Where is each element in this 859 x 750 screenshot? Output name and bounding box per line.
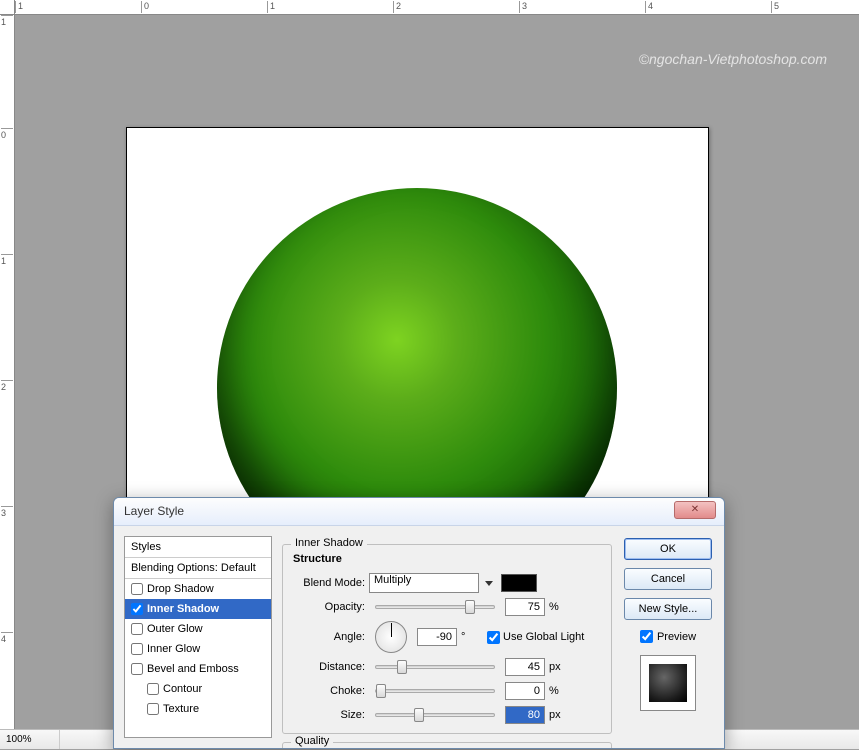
watermark: ©ngochan-Vietphotoshop.com xyxy=(639,51,827,67)
size-label: Size: xyxy=(293,709,365,721)
style-item-texture[interactable]: Texture xyxy=(125,699,271,719)
ruler-v-tick: 3 xyxy=(1,506,13,518)
style-item-contour[interactable]: Contour xyxy=(125,679,271,699)
ruler-v-tick: 2 xyxy=(1,380,13,392)
ruler-h-tick: 3 xyxy=(519,1,527,13)
distance-label: Distance: xyxy=(293,661,365,673)
distance-slider[interactable] xyxy=(375,665,495,669)
styles-list: Styles Blending Options: Default Drop Sh… xyxy=(124,536,272,738)
drop-shadow-checkbox[interactable] xyxy=(131,583,143,595)
ruler-h-tick: 1 xyxy=(15,1,23,13)
inner-shadow-group: Inner Shadow Structure Blend Mode: Multi… xyxy=(282,544,612,734)
style-label: Bevel and Emboss xyxy=(147,663,239,675)
angle-label: Angle: xyxy=(293,631,365,643)
size-input[interactable] xyxy=(505,706,545,724)
ruler-v-tick: 4 xyxy=(1,632,13,644)
ruler-h-tick: 1 xyxy=(267,1,275,13)
settings-panel: Inner Shadow Structure Blend Mode: Multi… xyxy=(282,536,612,738)
dialog-title: Layer Style xyxy=(124,504,184,518)
style-label: Contour xyxy=(163,683,202,695)
opacity-label: Opacity: xyxy=(293,601,365,613)
choke-label: Choke: xyxy=(293,685,365,697)
inner-shadow-checkbox[interactable] xyxy=(131,603,143,615)
blend-mode-select[interactable]: Multiply xyxy=(369,573,479,593)
ruler-h-tick: 2 xyxy=(393,1,401,13)
dialog-buttons: OK Cancel New Style... Preview xyxy=(622,536,714,738)
ruler-h-tick: 0 xyxy=(141,1,149,13)
dial-hand-icon xyxy=(391,623,392,637)
distance-unit: px xyxy=(549,661,571,673)
new-style-button[interactable]: New Style... xyxy=(624,598,712,620)
outer-glow-checkbox[interactable] xyxy=(131,623,143,635)
blending-options[interactable]: Blending Options: Default xyxy=(125,558,271,579)
size-slider[interactable] xyxy=(375,713,495,717)
style-item-drop-shadow[interactable]: Drop Shadow xyxy=(125,579,271,599)
style-label: Inner Shadow xyxy=(147,603,219,615)
ruler-v-tick: 1 xyxy=(1,254,13,266)
angle-dial[interactable] xyxy=(375,621,407,653)
texture-checkbox[interactable] xyxy=(147,703,159,715)
preview-swatch xyxy=(649,664,687,702)
ruler-v-tick: 1 xyxy=(1,15,13,27)
cancel-button[interactable]: Cancel xyxy=(624,568,712,590)
ruler-h-tick: 4 xyxy=(645,1,653,13)
layer-style-dialog: Layer Style ✕ Styles Blending Options: D… xyxy=(113,497,725,749)
distance-input[interactable] xyxy=(505,658,545,676)
slider-thumb[interactable] xyxy=(465,600,475,614)
choke-input[interactable] xyxy=(505,682,545,700)
quality-title: Quality xyxy=(291,735,333,747)
choke-slider[interactable] xyxy=(375,689,495,693)
panel-title: Inner Shadow xyxy=(291,537,367,549)
preview-box xyxy=(640,655,696,711)
ruler-h-tick: 5 xyxy=(771,1,779,13)
color-swatch[interactable] xyxy=(501,574,537,592)
preview-checkbox[interactable] xyxy=(640,630,653,643)
angle-input[interactable] xyxy=(417,628,457,646)
blend-mode-label: Blend Mode: xyxy=(293,577,365,589)
opacity-slider[interactable] xyxy=(375,605,495,609)
style-label: Outer Glow xyxy=(147,623,203,635)
style-item-bevel-emboss[interactable]: Bevel and Emboss xyxy=(125,659,271,679)
bevel-emboss-checkbox[interactable] xyxy=(131,663,143,675)
inner-glow-checkbox[interactable] xyxy=(131,643,143,655)
quality-group: Quality xyxy=(282,742,612,749)
style-item-outer-glow[interactable]: Outer Glow xyxy=(125,619,271,639)
slider-thumb[interactable] xyxy=(397,660,407,674)
styles-header[interactable]: Styles xyxy=(125,537,271,558)
use-global-light[interactable]: Use Global Light xyxy=(487,631,584,644)
preview-toggle[interactable]: Preview xyxy=(640,630,696,643)
style-label: Inner Glow xyxy=(147,643,200,655)
style-item-inner-shadow[interactable]: Inner Shadow xyxy=(125,599,271,619)
structure-heading: Structure xyxy=(293,553,601,565)
style-label: Drop Shadow xyxy=(147,583,214,595)
ruler-v-tick: 0 xyxy=(1,128,13,140)
chevron-down-icon[interactable] xyxy=(485,581,493,586)
opacity-unit: % xyxy=(549,601,571,613)
slider-thumb[interactable] xyxy=(414,708,424,722)
dialog-titlebar[interactable]: Layer Style ✕ xyxy=(114,498,724,526)
blend-mode-value: Multiply xyxy=(374,574,411,586)
ruler-corner xyxy=(0,0,15,15)
choke-unit: % xyxy=(549,685,571,697)
opacity-input[interactable] xyxy=(505,598,545,616)
global-light-label: Use Global Light xyxy=(503,631,584,643)
angle-unit: ° xyxy=(461,631,483,643)
contour-checkbox[interactable] xyxy=(147,683,159,695)
slider-thumb[interactable] xyxy=(376,684,386,698)
close-button[interactable]: ✕ xyxy=(674,501,716,519)
style-label: Texture xyxy=(163,703,199,715)
preview-label: Preview xyxy=(657,631,696,643)
zoom-level[interactable]: 100% xyxy=(0,730,60,749)
style-item-inner-glow[interactable]: Inner Glow xyxy=(125,639,271,659)
ruler-vertical[interactable]: 1 0 1 2 3 4 xyxy=(0,15,15,729)
size-unit: px xyxy=(549,709,571,721)
ok-button[interactable]: OK xyxy=(624,538,712,560)
ruler-horizontal[interactable]: 1 0 1 2 3 4 5 xyxy=(15,0,859,15)
global-light-checkbox[interactable] xyxy=(487,631,500,644)
